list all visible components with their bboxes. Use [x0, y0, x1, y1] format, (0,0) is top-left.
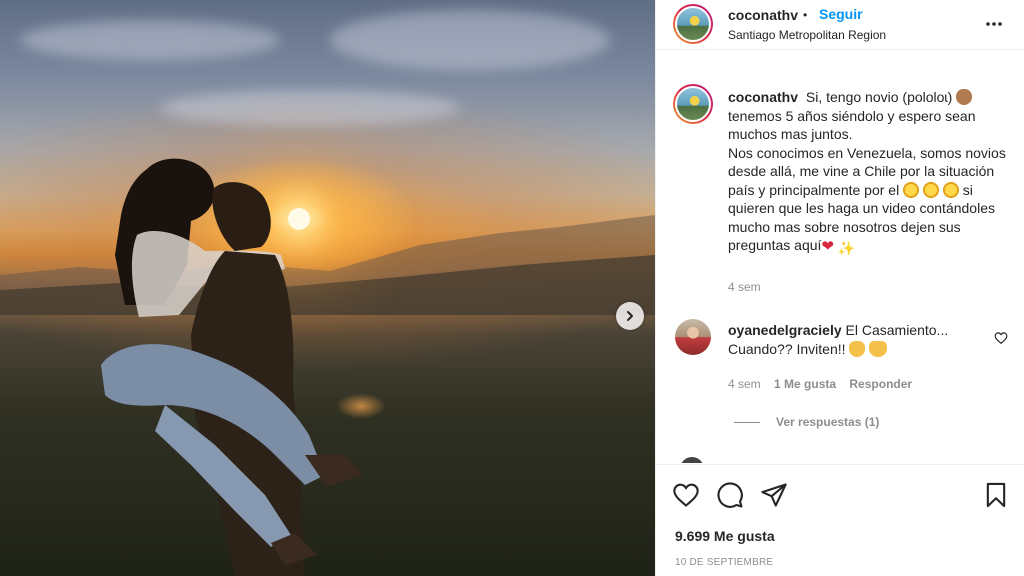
- comment-icon[interactable]: [716, 481, 744, 509]
- caption-time[interactable]: 4 sem: [728, 280, 761, 294]
- comment-time[interactable]: 4 sem: [728, 377, 761, 391]
- view-replies-label: Ver respuestas (1): [776, 415, 880, 429]
- caption-username[interactable]: coconathv: [728, 89, 798, 105]
- author-avatar[interactable]: [673, 4, 713, 44]
- separator-dot: •: [803, 8, 808, 22]
- chevron-right-icon: [627, 311, 633, 321]
- next-photo-button[interactable]: [616, 302, 644, 330]
- heart-icon[interactable]: [672, 481, 700, 509]
- cloud: [160, 90, 460, 126]
- ok-hand-emoji-icon: [956, 89, 973, 105]
- comment-meta: 4 sem 1 Me gusta Responder: [728, 377, 912, 391]
- post-sidebar: coconathv • Seguir Santiago Metropolitan…: [655, 0, 1024, 576]
- caption-line-1: Si, tengo novio (pololo: [805, 89, 945, 105]
- comment-like-heart-icon[interactable]: [994, 331, 1008, 345]
- commenter-avatar[interactable]: [675, 319, 711, 355]
- comments-area[interactable]: coconathv Si, tengo novio (pololoɩ) tene…: [656, 51, 1024, 463]
- likes-count[interactable]: 9.699 Me gusta: [675, 528, 775, 544]
- cloud: [20, 20, 280, 60]
- post-header: coconathv • Seguir Santiago Metropolitan…: [656, 0, 1024, 50]
- sparkles-emoji-icon: ✨: [837, 240, 856, 256]
- post-date[interactable]: 10 DE SEPTIEMBRE: [675, 557, 773, 568]
- comment: oyanedelgraciely El Casamiento... Cuando…: [728, 321, 988, 358]
- commenter-username[interactable]: oyanedelgraciely: [728, 322, 842, 338]
- post-photo[interactable]: [0, 0, 655, 576]
- smile-emoji-icon: [942, 181, 959, 198]
- bookmark-icon[interactable]: [982, 481, 1010, 509]
- location-link[interactable]: Santiago Metropolitan Region: [728, 28, 886, 42]
- smile-emoji-icon: [903, 181, 920, 198]
- more-horizontal-icon[interactable]: [984, 14, 1004, 34]
- follow-button[interactable]: Seguir: [819, 6, 863, 22]
- caption: coconathv Si, tengo novio (pololoɩ) tene…: [728, 88, 1013, 258]
- send-icon[interactable]: [760, 481, 788, 509]
- caption-line-1-end: ɩ): [944, 89, 953, 105]
- next-comment-clipped: [681, 457, 703, 463]
- couple-silhouette: [101, 158, 363, 576]
- caption-avatar[interactable]: [673, 84, 713, 124]
- author-username[interactable]: coconathv: [728, 7, 798, 23]
- post-actions: 9.699 Me gusta 10 DE SEPTIEMBRE: [656, 464, 1024, 576]
- view-replies-button[interactable]: Ver respuestas (1): [734, 415, 879, 429]
- comment-likes[interactable]: 1 Me gusta: [774, 377, 836, 391]
- red-heart-emoji-icon: ❤: [821, 238, 834, 255]
- raised-hands-emoji-icon: [869, 340, 888, 357]
- smile-emoji-icon: [922, 181, 939, 198]
- cloud: [330, 10, 610, 70]
- clapping-emoji-icon: [849, 340, 866, 357]
- divider-line: [734, 422, 760, 424]
- caption-line-2: tenemos 5 años siéndolo y espero sean mu…: [728, 107, 976, 143]
- reply-button[interactable]: Responder: [849, 377, 912, 391]
